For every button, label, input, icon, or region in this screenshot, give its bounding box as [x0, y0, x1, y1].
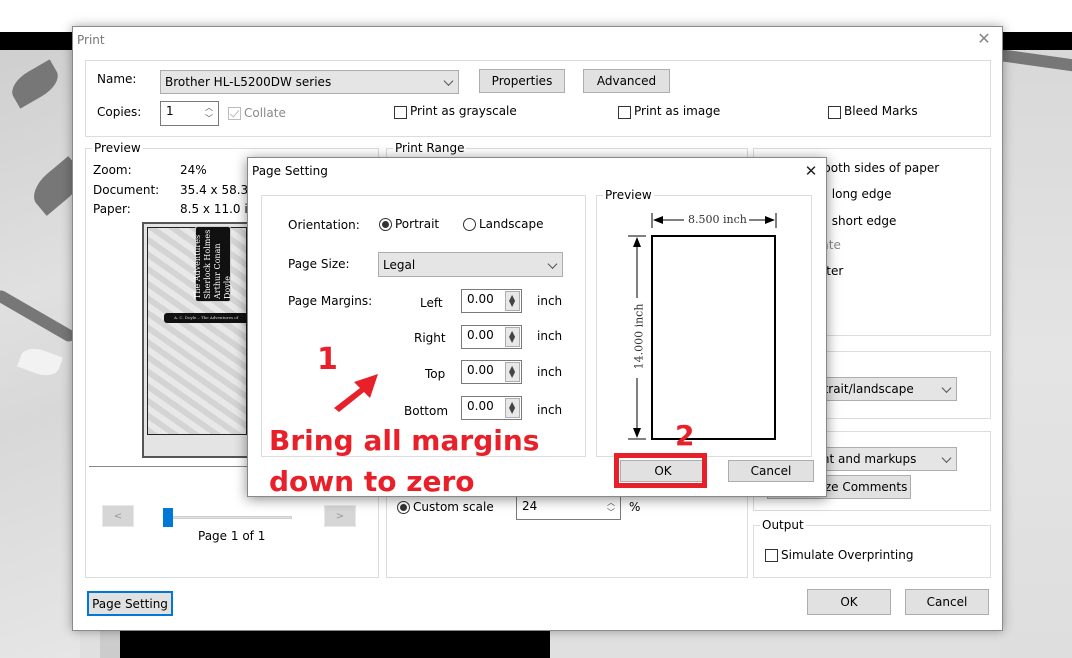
- margin-left-unit: inch: [537, 294, 563, 308]
- page-margins-label: Page Margins:: [288, 294, 373, 308]
- custom-scale-stepper[interactable]: 24 ︿ ﹀: [516, 496, 621, 520]
- bleed-marks-label: Bleed Marks: [844, 104, 918, 118]
- custom-scale-label: Custom scale: [413, 500, 494, 514]
- printer-select[interactable]: Brother HL-L5200DW series: [160, 70, 459, 94]
- margin-bottom-stepper[interactable]: 0.00 ▲ ▼: [461, 396, 522, 420]
- zoom-label: Zoom:: [93, 163, 132, 177]
- page-setting-cancel-button[interactable]: Cancel: [728, 460, 814, 482]
- margin-top-spin[interactable]: ▲ ▼: [505, 362, 520, 382]
- portrait-radio[interactable]: [379, 218, 392, 231]
- chevron-down-icon: [443, 76, 454, 88]
- page-outline: [651, 235, 776, 440]
- annotation-arrow-icon: [334, 374, 378, 412]
- annotation-step2-number: 2: [675, 419, 695, 452]
- page-preview-legend: Preview: [603, 188, 654, 202]
- next-page-button[interactable]: >: [324, 505, 356, 527]
- cover-title: The Adventures Sherlock Holmes Arthur Co…: [193, 226, 232, 302]
- annotation-step1-line1: Bring all margins: [269, 424, 540, 457]
- margin-right-stepper[interactable]: 0.00 ▲ ▼: [461, 325, 522, 349]
- chevron-down-icon: [941, 453, 952, 465]
- margin-top-stepper[interactable]: 0.00 ▲ ▼: [461, 360, 522, 384]
- output-legend: Output: [760, 518, 806, 532]
- grayscale-label: Print as grayscale: [410, 104, 517, 118]
- margin-bottom-unit: inch: [537, 403, 563, 417]
- portrait-label: Portrait: [395, 217, 440, 231]
- collate-label: Collate: [244, 106, 286, 120]
- advanced-button[interactable]: Advanced: [583, 69, 670, 93]
- print-as-image-checkbox[interactable]: [618, 106, 631, 119]
- page-size-label: Page Size:: [288, 257, 350, 271]
- annotation-step1-line2: down to zero: [269, 465, 475, 498]
- collate-checkbox[interactable]: [228, 107, 241, 120]
- height-dimension-label: 14.000 inch: [632, 301, 646, 372]
- page-slider-track[interactable]: [170, 516, 292, 519]
- margin-left-value: 0.00: [467, 292, 494, 306]
- grayscale-checkbox[interactable]: [394, 106, 407, 119]
- paper-label: Paper:: [93, 202, 131, 216]
- cover-strip: A. C. Doyle – The Adventures of: [164, 313, 247, 323]
- page-preview-diagram: [628, 213, 777, 440]
- print-cancel-button[interactable]: Cancel: [905, 589, 989, 615]
- zoom-value: 24%: [180, 163, 207, 177]
- preview-thumbnail: The Adventures Sherlock Holmes Arthur Co…: [142, 222, 249, 458]
- page-size-value: Legal: [383, 257, 416, 272]
- margin-left-label: Left: [420, 296, 443, 310]
- margin-right-label: Right: [414, 331, 446, 345]
- page-setting-button[interactable]: Page Setting: [87, 591, 173, 616]
- print-ok-button[interactable]: OK: [807, 589, 891, 615]
- margin-left-stepper[interactable]: 0.00 ▲ ▼: [461, 289, 522, 313]
- margin-right-spin[interactable]: ▲ ▼: [505, 327, 520, 347]
- printer-select-value: Brother HL-L5200DW series: [165, 75, 332, 89]
- properties-button[interactable]: Properties: [479, 69, 565, 93]
- margin-top-label: Top: [425, 367, 446, 381]
- print-range-legend: Print Range: [393, 141, 467, 155]
- chevron-down-icon: [547, 258, 558, 270]
- simulate-overprinting-label: Simulate Overprinting: [781, 548, 914, 562]
- margin-bottom-label: Bottom: [404, 404, 449, 418]
- margin-bottom-value: 0.00: [467, 399, 494, 413]
- background-artwork-left: [0, 50, 80, 658]
- page-indicator: Page 1 of 1: [198, 529, 266, 543]
- background-artwork-right: [1000, 50, 1072, 658]
- copies-stepper[interactable]: 1 ︿ ﹀: [160, 101, 219, 126]
- margin-top-value: 0.00: [467, 363, 494, 377]
- preview-legend: Preview: [92, 141, 143, 155]
- copies-spin-arrows[interactable]: ︿ ﹀: [202, 102, 218, 125]
- print-as-image-label: Print as image: [634, 104, 721, 118]
- annotation-ok-highlight: [614, 453, 707, 488]
- landscape-radio[interactable]: [463, 218, 476, 231]
- bleed-marks-checkbox[interactable]: [828, 106, 841, 119]
- orientation-label: Orientation:: [288, 218, 360, 232]
- print-dialog-title: Print: [77, 33, 105, 47]
- margin-right-unit: inch: [537, 329, 563, 343]
- printer-name-label: Name:: [97, 72, 137, 86]
- margin-top-unit: inch: [537, 365, 563, 379]
- margin-bottom-spin[interactable]: ▲ ▼: [505, 398, 520, 418]
- copies-value: 1: [166, 104, 174, 118]
- background-book-cover: [100, 630, 550, 658]
- custom-scale-spin-arrows[interactable]: ︿ ﹀: [604, 497, 620, 519]
- percent-label: %: [629, 500, 641, 514]
- document-label: Document:: [93, 183, 160, 197]
- page-slider-thumb[interactable]: [163, 508, 173, 527]
- margin-right-value: 0.00: [467, 328, 494, 342]
- close-icon[interactable]: ✕: [802, 162, 820, 180]
- close-icon[interactable]: ✕: [974, 29, 994, 49]
- simulate-overprinting-checkbox[interactable]: [765, 549, 778, 562]
- width-dimension-label: 8.500 inch: [686, 213, 749, 226]
- page-setting-title: Page Setting: [252, 164, 328, 178]
- chevron-down-icon: [941, 383, 952, 395]
- landscape-label: Landscape: [479, 217, 544, 231]
- cover-artwork: The Adventures Sherlock Holmes Arthur Co…: [147, 226, 247, 435]
- page-size-select[interactable]: Legal: [378, 252, 563, 277]
- margin-left-spin[interactable]: ▲ ▼: [505, 291, 520, 311]
- custom-scale-value: 24: [522, 499, 538, 513]
- custom-scale-radio[interactable]: [397, 501, 410, 514]
- previous-page-button[interactable]: <: [102, 505, 134, 527]
- copies-label: Copies:: [97, 105, 142, 119]
